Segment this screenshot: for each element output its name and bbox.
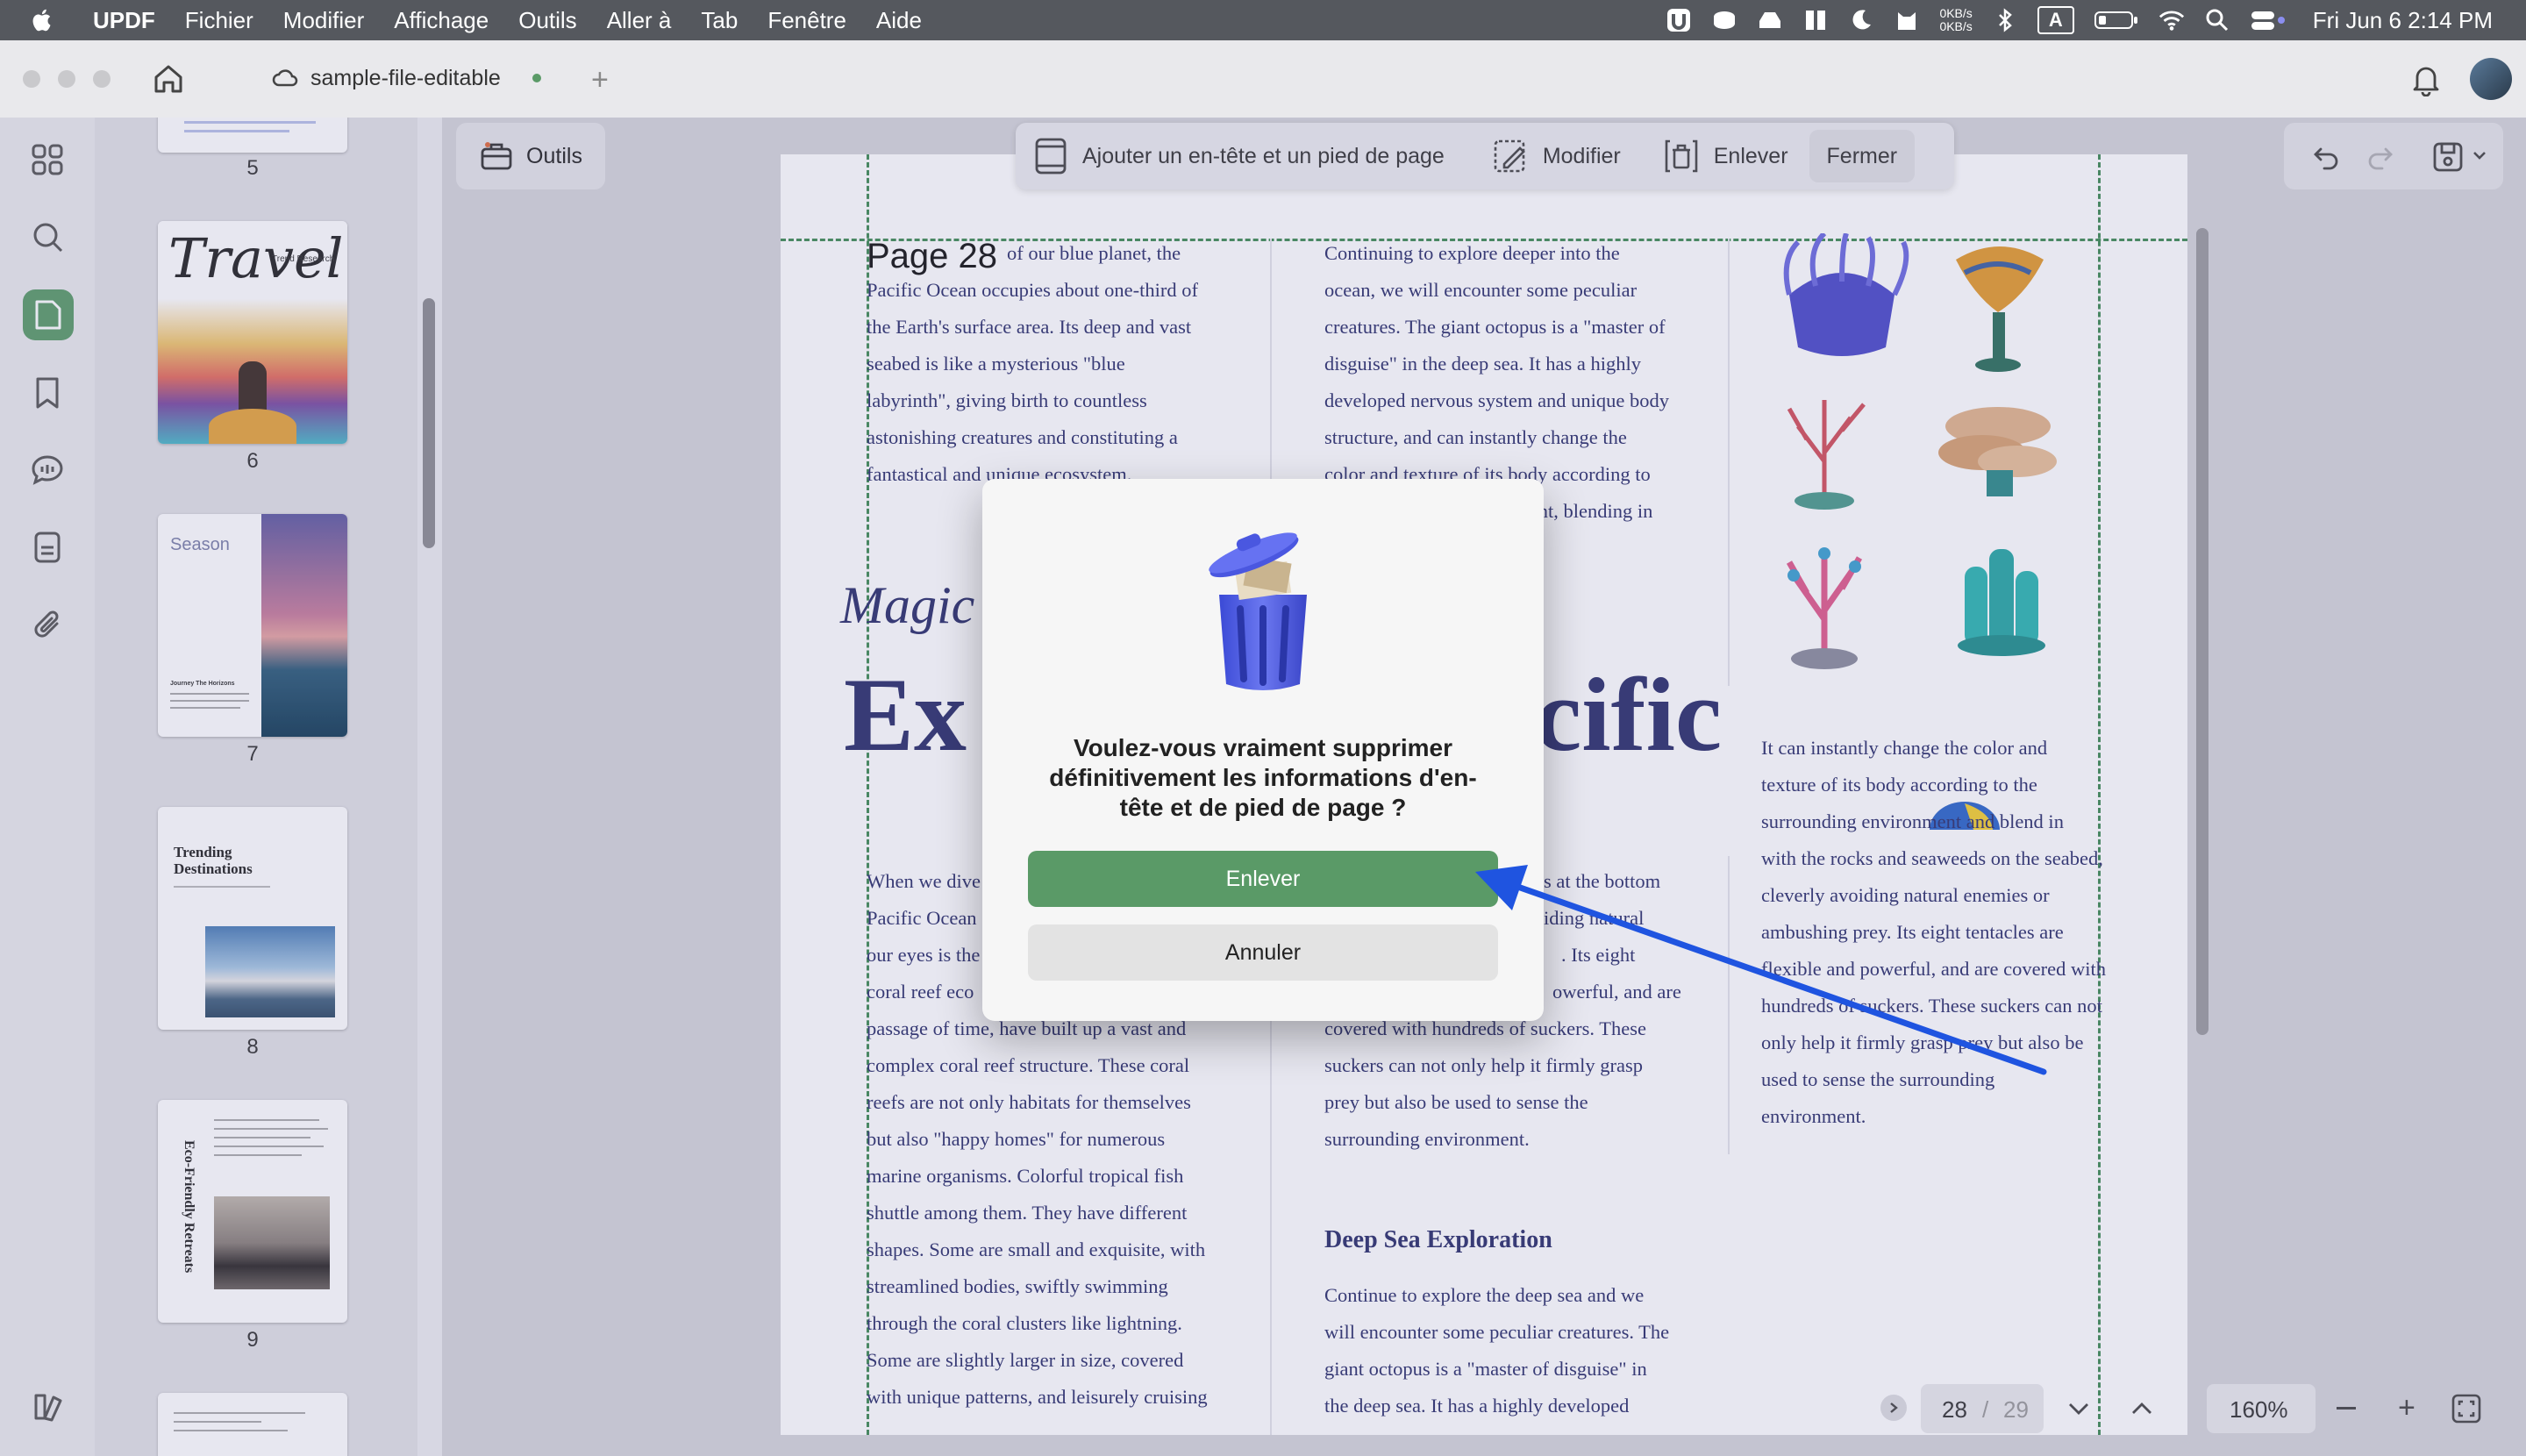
control-center-icon[interactable]	[2250, 7, 2288, 33]
confirm-remove-button[interactable]: Enlever	[1028, 851, 1498, 907]
inbox-icon[interactable]	[1757, 7, 1783, 33]
cat-icon[interactable]	[1894, 7, 1920, 33]
input-source-icon[interactable]: A	[2037, 6, 2074, 34]
moon-icon[interactable]	[1848, 7, 1874, 33]
net-up: 0KB/s	[1939, 6, 1973, 20]
new-tab-icon[interactable]: +	[591, 63, 609, 97]
menu-tab[interactable]: Tab	[701, 7, 738, 34]
net-down: 0KB/s	[1939, 19, 1973, 33]
user-avatar[interactable]	[2470, 58, 2512, 100]
wifi-icon[interactable]	[2159, 7, 2185, 33]
drive-icon[interactable]	[1711, 7, 1738, 33]
menu-affichage[interactable]: Affichage	[394, 7, 489, 34]
updf-status-icon[interactable]	[1666, 7, 1692, 33]
home-icon[interactable]	[151, 61, 186, 101]
dialog-message: Voulez-vous vraiment supprimer définitiv…	[1049, 734, 1477, 821]
menubar-clock[interactable]: Fri Jun 6 2:14 PM	[2313, 7, 2493, 34]
menu-fenetre[interactable]: Fenêtre	[767, 7, 846, 34]
cancel-button[interactable]: Annuler	[1028, 924, 1498, 981]
spotlight-search-icon[interactable]	[2204, 7, 2230, 33]
confirm-remove-dialog: Voulez-vous vraiment supprimer définitiv…	[982, 479, 1544, 1021]
menu-aide[interactable]: Aide	[876, 7, 922, 34]
menu-modifier[interactable]: Modifier	[283, 7, 364, 34]
trash-can-icon	[1209, 532, 1307, 690]
window-close-button[interactable]	[23, 70, 40, 88]
apple-icon[interactable]	[30, 7, 56, 33]
menu-outils[interactable]: Outils	[518, 7, 576, 34]
bluetooth-icon[interactable]	[1992, 7, 2018, 33]
menu-aller-a[interactable]: Aller à	[607, 7, 672, 34]
window-minimize-button[interactable]	[58, 70, 75, 88]
bell-icon[interactable]	[2410, 63, 2442, 101]
menu-fichier[interactable]: Fichier	[185, 7, 253, 34]
document-tab-title: sample-file-editable	[310, 65, 501, 90]
document-tab[interactable]: sample-file-editable	[272, 65, 541, 91]
cloud-icon	[272, 69, 298, 87]
menu-app-name[interactable]: UPDF	[93, 7, 155, 34]
menu-bar: UPDF Fichier Modifier Affichage Outils A…	[0, 0, 2526, 40]
grid-app-icon[interactable]	[1802, 7, 1829, 33]
input-source-label: A	[2048, 9, 2063, 31]
network-speed: 0KB/s 0KB/s	[1939, 7, 1972, 33]
battery-icon[interactable]	[2094, 7, 2139, 33]
unsaved-indicator	[532, 74, 541, 82]
title-bar: sample-file-editable +	[0, 40, 2526, 118]
window-zoom-button[interactable]	[93, 70, 111, 88]
